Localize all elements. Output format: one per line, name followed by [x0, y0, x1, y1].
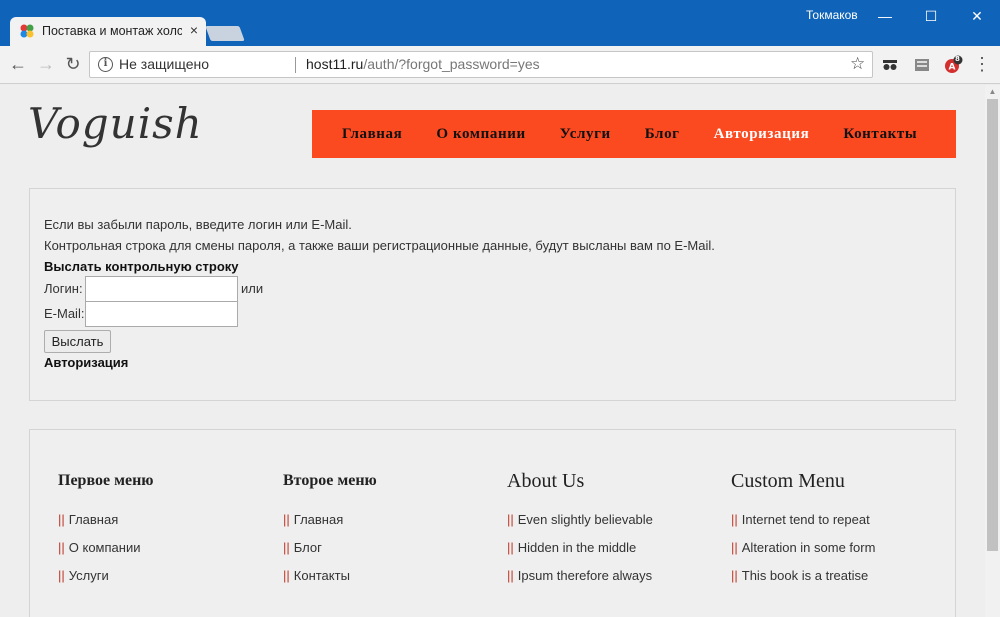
- info-icon[interactable]: i: [98, 57, 113, 72]
- footer-column: About Us || Even slightly believable || Hidd…: [507, 466, 717, 590]
- site-logo[interactable]: Voguish: [28, 99, 203, 148]
- footer-panel: Первое меню || Главная || О компании || Услуги…: [29, 429, 956, 617]
- email-label: E-Mail:: [44, 306, 85, 321]
- footer-link-label: Ipsum therefore always: [517, 568, 653, 583]
- footer-column: Второе меню || Главная || Блог || Контакты: [283, 466, 493, 590]
- footer-link-label: This book is a treatise: [741, 568, 869, 583]
- footer-bullet: ||: [283, 568, 290, 583]
- email-input[interactable]: [85, 301, 238, 327]
- footer-column: Первое меню || Главная || О компании || Услуги: [58, 466, 268, 590]
- web-page: Voguish Главная О компании Услуги Блог Автор…: [0, 85, 985, 617]
- nav-item-3[interactable]: Услуги: [560, 126, 611, 143]
- extension-badge-count: 8: [955, 55, 960, 63]
- address-separator: [295, 57, 296, 73]
- auth-intro-1: Если вы забыли пароль, введите логин или…: [44, 217, 352, 232]
- footer-bullet: ||: [507, 512, 514, 527]
- auth-intro-2: Контрольная строка для смены пароля, а т…: [44, 238, 715, 253]
- footer-link-label: Even slightly believable: [517, 512, 653, 527]
- reload-icon[interactable]: ↻: [62, 53, 84, 75]
- forward-icon[interactable]: →: [35, 53, 57, 75]
- footer-bullet: ||: [731, 568, 738, 583]
- nav-item-6[interactable]: Контакты: [843, 126, 917, 143]
- footer-link-label: Internet tend to repeat: [741, 512, 870, 527]
- reader-extension-icon[interactable]: [912, 55, 932, 75]
- window-close-icon[interactable]: ✕: [954, 2, 1000, 30]
- or-label: или: [241, 281, 264, 296]
- footer-bullet: ||: [283, 512, 290, 527]
- footer-link-label: Hidden in the middle: [517, 540, 637, 555]
- scrollbar-thumb[interactable]: [987, 99, 998, 551]
- footer-link[interactable]: || Ipsum therefore always: [507, 562, 717, 590]
- nav-item-1[interactable]: Главная: [342, 126, 402, 143]
- footer-bullet: ||: [58, 512, 65, 527]
- browser-menu-icon[interactable]: ⋮: [971, 53, 993, 75]
- footer-bullet: ||: [58, 540, 65, 555]
- url-host: host11.ru: [306, 56, 364, 72]
- footer-link-label: Главная: [68, 512, 119, 527]
- footer-column-title: About Us: [507, 470, 585, 492]
- scroll-up-icon[interactable]: ▲: [985, 87, 1000, 97]
- authorization-link[interactable]: Авторизация: [44, 355, 128, 370]
- footer-bullet: ||: [731, 512, 738, 527]
- footer-link[interactable]: || Услуги: [58, 562, 268, 590]
- url-path: /auth/?forgot_password=yes: [363, 56, 540, 72]
- browser-toolbar: ← → ↻ i Не защищено host11.ru/auth/?forg…: [0, 46, 1000, 84]
- tab-title: Поставка и монтаж холс: [42, 24, 182, 38]
- footer-column-title: Первое меню: [58, 472, 154, 489]
- browser-titlebar: Поставка и монтаж холс × Токмаков — ☐ ✕: [0, 0, 1000, 46]
- footer-bullet: ||: [58, 568, 65, 583]
- send-button[interactable]: Выслать: [44, 330, 111, 353]
- login-label: Логин:: [44, 281, 83, 296]
- adblock-extension-icon[interactable]: A 8: [943, 55, 963, 75]
- bookmark-star-icon[interactable]: ☆: [850, 54, 865, 74]
- forgot-password-panel: Если вы забыли пароль, введите логин или…: [29, 188, 956, 401]
- footer-link[interactable]: || О компании: [58, 534, 268, 562]
- footer-link-label: Контакты: [293, 568, 350, 583]
- footer-column-title: Custom Menu: [731, 470, 845, 492]
- footer-link-label: О компании: [68, 540, 141, 555]
- auth-heading: Выслать контрольную строку: [44, 259, 239, 274]
- footer-bullet: ||: [731, 540, 738, 555]
- footer-link-label: Главная: [293, 512, 344, 527]
- tab-close-icon[interactable]: ×: [186, 21, 202, 39]
- maximize-icon[interactable]: ☐: [908, 2, 954, 30]
- main-navigation: Главная О компании Услуги Блог Авторизация Ко…: [312, 110, 956, 158]
- browser-tab[interactable]: Поставка и монтаж холс ×: [10, 17, 206, 46]
- nav-item-5[interactable]: Авторизация: [714, 126, 810, 143]
- footer-link[interactable]: || Even slightly believable: [507, 506, 717, 534]
- login-input[interactable]: [85, 276, 238, 302]
- nav-item-4[interactable]: Блог: [645, 126, 680, 143]
- security-label[interactable]: Не защищено: [119, 56, 209, 72]
- footer-link-label: Alteration in some form: [741, 540, 876, 555]
- footer-column: Custom Menu || Internet tend to repeat || Al…: [731, 466, 941, 590]
- profile-name[interactable]: Токмаков: [806, 8, 858, 22]
- footer-link[interactable]: || Контакты: [283, 562, 493, 590]
- incognito-extension-icon[interactable]: [880, 55, 900, 75]
- footer-link-label: Услуги: [68, 568, 109, 583]
- footer-link[interactable]: || Блог: [283, 534, 493, 562]
- nav-item-2[interactable]: О компании: [436, 126, 525, 143]
- new-tab-button[interactable]: [205, 26, 245, 41]
- footer-link-label: Блог: [293, 540, 322, 555]
- url-text[interactable]: host11.ru/auth/?forgot_password=yes: [306, 56, 540, 72]
- footer-bullet: ||: [507, 568, 514, 583]
- footer-link[interactable]: || Internet tend to repeat: [731, 506, 941, 534]
- address-bar[interactable]: i Не защищено host11.ru/auth/?forgot_pas…: [89, 51, 873, 78]
- minimize-icon[interactable]: —: [862, 2, 908, 30]
- footer-link[interactable]: || This book is a treatise: [731, 562, 941, 590]
- footer-link[interactable]: || Alteration in some form: [731, 534, 941, 562]
- footer-link[interactable]: || Главная: [58, 506, 268, 534]
- svg-text:A: A: [949, 63, 956, 73]
- footer-column-title: Второе меню: [283, 472, 377, 489]
- footer-bullet: ||: [283, 540, 290, 555]
- page-scrollbar[interactable]: ▲: [985, 85, 1000, 617]
- adblock-badge-icon: A: [945, 55, 963, 73]
- footer-link[interactable]: || Hidden in the middle: [507, 534, 717, 562]
- site-favicon-icon: [20, 24, 34, 38]
- back-icon[interactable]: ←: [7, 53, 29, 75]
- footer-bullet: ||: [507, 540, 514, 555]
- footer-link[interactable]: || Главная: [283, 506, 493, 534]
